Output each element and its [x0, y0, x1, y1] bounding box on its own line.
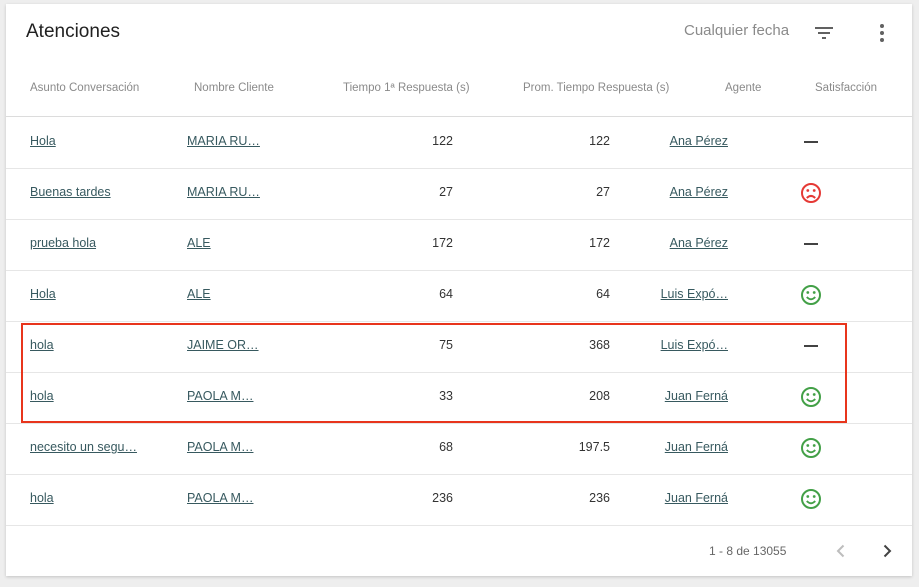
avg-response-time: 27 [596, 185, 610, 199]
card-title: Atenciones [26, 21, 121, 42]
pagination-range: 1 - 8 de 13055 [709, 544, 787, 558]
avg-response-time: 236 [589, 491, 610, 505]
table-row[interactable]: Hola MARIA RU… 122 122 Ana Pérez [6, 117, 912, 169]
satisfaction-neutral-icon [798, 129, 824, 155]
avg-response-time: 197.5 [578, 440, 610, 454]
table-row[interactable]: prueba hola ALE 172 172 Ana Pérez [6, 219, 912, 271]
avg-response-time: 64 [596, 287, 610, 301]
client-link[interactable]: ALE [187, 287, 211, 301]
table-row[interactable]: hola PAOLA M… 236 236 Juan Ferná [6, 474, 912, 526]
satisfaction-happy-icon [798, 435, 824, 461]
column-header-agent[interactable]: Agente [725, 82, 761, 94]
date-filter-dropdown[interactable]: Cualquier fecha [684, 22, 789, 39]
chevron-left-icon[interactable] [832, 542, 850, 560]
table-row[interactable]: Buenas tardes MARIA RU… 27 27 Ana Pérez [6, 168, 912, 220]
more-vert-icon[interactable] [872, 20, 892, 46]
chevron-right-icon[interactable] [878, 542, 896, 560]
avg-response-time: 122 [589, 134, 610, 148]
avg-response-time: 172 [589, 236, 610, 250]
attentions-card: Atenciones Cualquier fecha Asunto Conver… [6, 4, 912, 576]
column-header-satisfaction[interactable]: Satisfacción [815, 82, 877, 94]
first-response-time: 236 [432, 491, 453, 505]
client-link[interactable]: MARIA RU… [187, 134, 260, 148]
first-response-time: 68 [439, 440, 453, 454]
subject-link[interactable]: necesito un segu… [30, 440, 137, 454]
first-response-time: 27 [439, 185, 453, 199]
satisfaction-neutral-icon [798, 231, 824, 257]
agent-link[interactable]: Ana Pérez [628, 134, 728, 148]
agent-link[interactable]: Ana Pérez [628, 185, 728, 199]
subject-link[interactable]: prueba hola [30, 236, 96, 250]
subject-link[interactable]: Hola [30, 134, 56, 148]
first-response-time: 172 [432, 236, 453, 250]
table-row[interactable]: necesito un segu… PAOLA M… 68 197.5 Juan… [6, 423, 912, 475]
filter-list-icon[interactable] [812, 21, 836, 45]
column-header-client[interactable]: Nombre Cliente [194, 82, 274, 94]
agent-link[interactable]: Juan Ferná [628, 491, 728, 505]
table-row[interactable]: Hola ALE 64 64 Luis Expó… [6, 270, 912, 322]
satisfaction-happy-icon [798, 282, 824, 308]
highlight-box [21, 323, 847, 423]
column-header-first-response[interactable]: Tiempo 1ª Respuesta (s) [343, 82, 470, 94]
subject-link[interactable]: hola [30, 491, 54, 505]
client-link[interactable]: MARIA RU… [187, 185, 260, 199]
client-link[interactable]: ALE [187, 236, 211, 250]
agent-link[interactable]: Juan Ferná [628, 440, 728, 454]
first-response-time: 64 [439, 287, 453, 301]
column-header-avg-response[interactable]: Prom. Tiempo Respuesta (s) [523, 82, 669, 94]
agent-link[interactable]: Luis Expó… [628, 287, 728, 301]
client-link[interactable]: PAOLA M… [187, 440, 253, 454]
satisfaction-sad-icon [798, 180, 824, 206]
client-link[interactable]: PAOLA M… [187, 491, 253, 505]
agent-link[interactable]: Ana Pérez [628, 236, 728, 250]
subject-link[interactable]: Hola [30, 287, 56, 301]
first-response-time: 122 [432, 134, 453, 148]
column-header-subject[interactable]: Asunto Conversación [30, 82, 139, 94]
satisfaction-happy-icon [798, 486, 824, 512]
subject-link[interactable]: Buenas tardes [30, 185, 111, 199]
